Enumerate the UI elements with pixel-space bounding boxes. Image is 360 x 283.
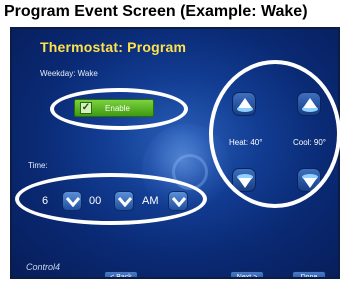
chevron-down-icon (172, 197, 186, 207)
cool-down-button[interactable] (297, 168, 321, 192)
down-arrow-icon (302, 174, 318, 188)
heat-down-button[interactable] (232, 168, 256, 192)
enable-toggle-button[interactable]: ✓ Enable (74, 99, 154, 117)
minute-value: 00 (89, 195, 102, 207)
hour-dropdown-button[interactable] (62, 191, 82, 211)
cool-up-button[interactable] (297, 92, 321, 116)
ampm-dropdown-button[interactable] (168, 191, 188, 211)
hour-value: 6 (42, 195, 49, 207)
chevron-down-icon (66, 197, 80, 207)
time-label: Time: (28, 161, 48, 170)
enable-label: Enable (105, 103, 130, 113)
thermostat-program-screen: Thermostat: Program Weekday: Wake ✓ Enab… (10, 27, 340, 279)
cool-setpoint-readout: Cool: 90° (293, 138, 326, 147)
event-subtitle: Weekday: Wake (40, 69, 98, 78)
up-arrow-icon (237, 98, 253, 112)
up-arrow-icon (302, 98, 318, 112)
next-button[interactable]: Next > (230, 271, 264, 277)
ampm-value: AM (142, 195, 159, 207)
down-arrow-icon (237, 174, 253, 188)
heat-setpoint-readout: Heat: 40° (229, 138, 263, 147)
back-button[interactable]: < Back (104, 271, 138, 277)
control4-logo: Control4 (26, 262, 61, 272)
figure-caption: Program Event Screen (Example: Wake) (4, 3, 308, 20)
done-button[interactable]: Done (292, 271, 326, 277)
heat-up-button[interactable] (232, 92, 256, 116)
minute-dropdown-button[interactable] (114, 191, 134, 211)
checkbox-icon: ✓ (80, 102, 92, 114)
screen-title: Thermostat: Program (40, 39, 187, 55)
chevron-down-icon (118, 197, 132, 207)
